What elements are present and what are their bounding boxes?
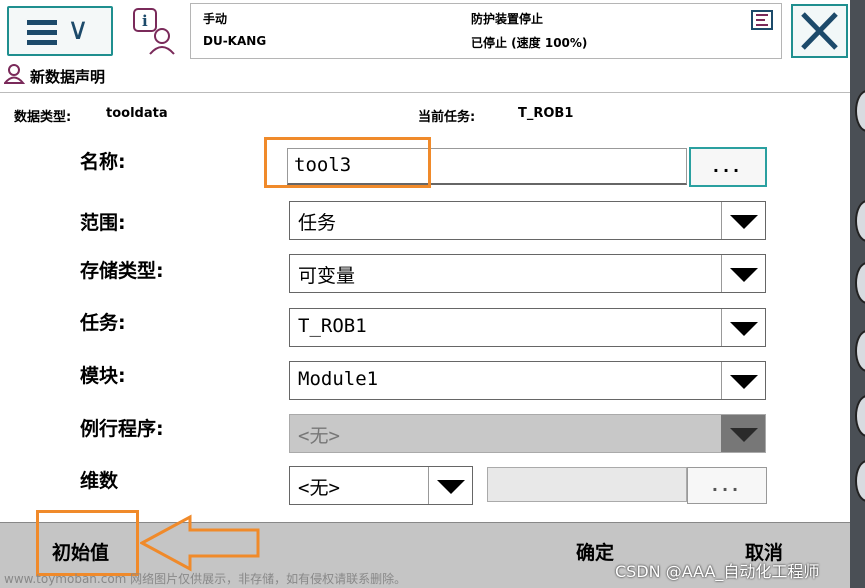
side-strip [850,0,865,588]
dimension-button: ... [687,467,767,504]
side-knob [855,460,865,502]
status-panel: 手动 DU-KANG 防护装置停止 已停止 (速度 100%) [190,3,782,59]
module-select[interactable]: Module1 [289,361,766,400]
side-knob [855,262,865,304]
routine-value: <无> [298,425,340,447]
scope-label: 范围: [80,212,126,234]
dimension-select[interactable]: <无> [289,466,473,505]
event-log-icon[interactable]: i [130,6,180,56]
dropdown-arrow-icon [721,255,765,292]
hamburger-icon [27,20,57,50]
module-value: Module1 [298,368,379,390]
ok-button[interactable]: 确定 [576,538,614,565]
task-value: T_ROB1 [298,315,367,337]
task-label: 任务: [80,312,126,334]
scope-select[interactable]: 任务 [289,201,766,240]
divider [0,92,850,93]
dimension-label: 维数 [80,470,119,492]
close-button[interactable] [791,4,848,58]
datatype-label: 数据类型: [14,110,72,125]
dimension-input [487,467,687,502]
watermark-text: CSDN @AAA_自动化工程师 [615,562,820,581]
footer-disclaimer: www.toymoban.com 网络图片仅供展示，非存储，如有侵权请联系删除。 [4,572,407,586]
name-label: 名称: [80,151,126,173]
current-task-value: T_ROB1 [518,106,574,121]
dropdown-arrow-icon [721,309,765,346]
side-knob [855,395,865,437]
side-knob [855,330,865,372]
storage-type-label: 存储类型: [80,260,164,282]
initial-value-highlight-box [36,510,139,576]
operating-mode: 手动 [203,12,228,26]
module-label: 模块: [80,365,126,387]
dimension-value: <无> [298,477,340,499]
dropdown-arrow-icon [428,467,472,504]
main-menu-button[interactable]: ∨ [7,6,113,56]
safety-status: 防护装置停止 [471,12,544,26]
close-icon [801,12,838,50]
controller-name: DU-KANG [203,34,267,48]
current-task-label: 当前任务: [418,110,476,125]
tasks-icon [751,10,773,30]
user-icon [4,64,26,84]
chevron-down-icon: ∨ [67,12,89,47]
task-select[interactable]: T_ROB1 [289,308,766,347]
name-keyboard-button[interactable]: ... [689,147,767,187]
routine-select: <无> [289,414,766,453]
dropdown-arrow-icon [721,362,765,399]
arrow-left-icon [140,514,260,572]
storage-type-value: 可变量 [298,265,356,287]
dropdown-arrow-icon [721,202,765,239]
svg-text:i: i [142,12,148,30]
routine-label: 例行程序: [80,418,164,440]
run-status: 已停止 (速度 100%) [471,36,588,50]
name-highlight-box [264,137,431,188]
dropdown-arrow-icon [721,415,765,452]
datatype-value: tooldata [106,106,168,121]
side-knob [855,90,865,132]
scope-value: 任务 [298,212,337,234]
side-knob [855,200,865,242]
storage-type-select[interactable]: 可变量 [289,254,766,293]
page-title: 新数据声明 [30,68,106,86]
